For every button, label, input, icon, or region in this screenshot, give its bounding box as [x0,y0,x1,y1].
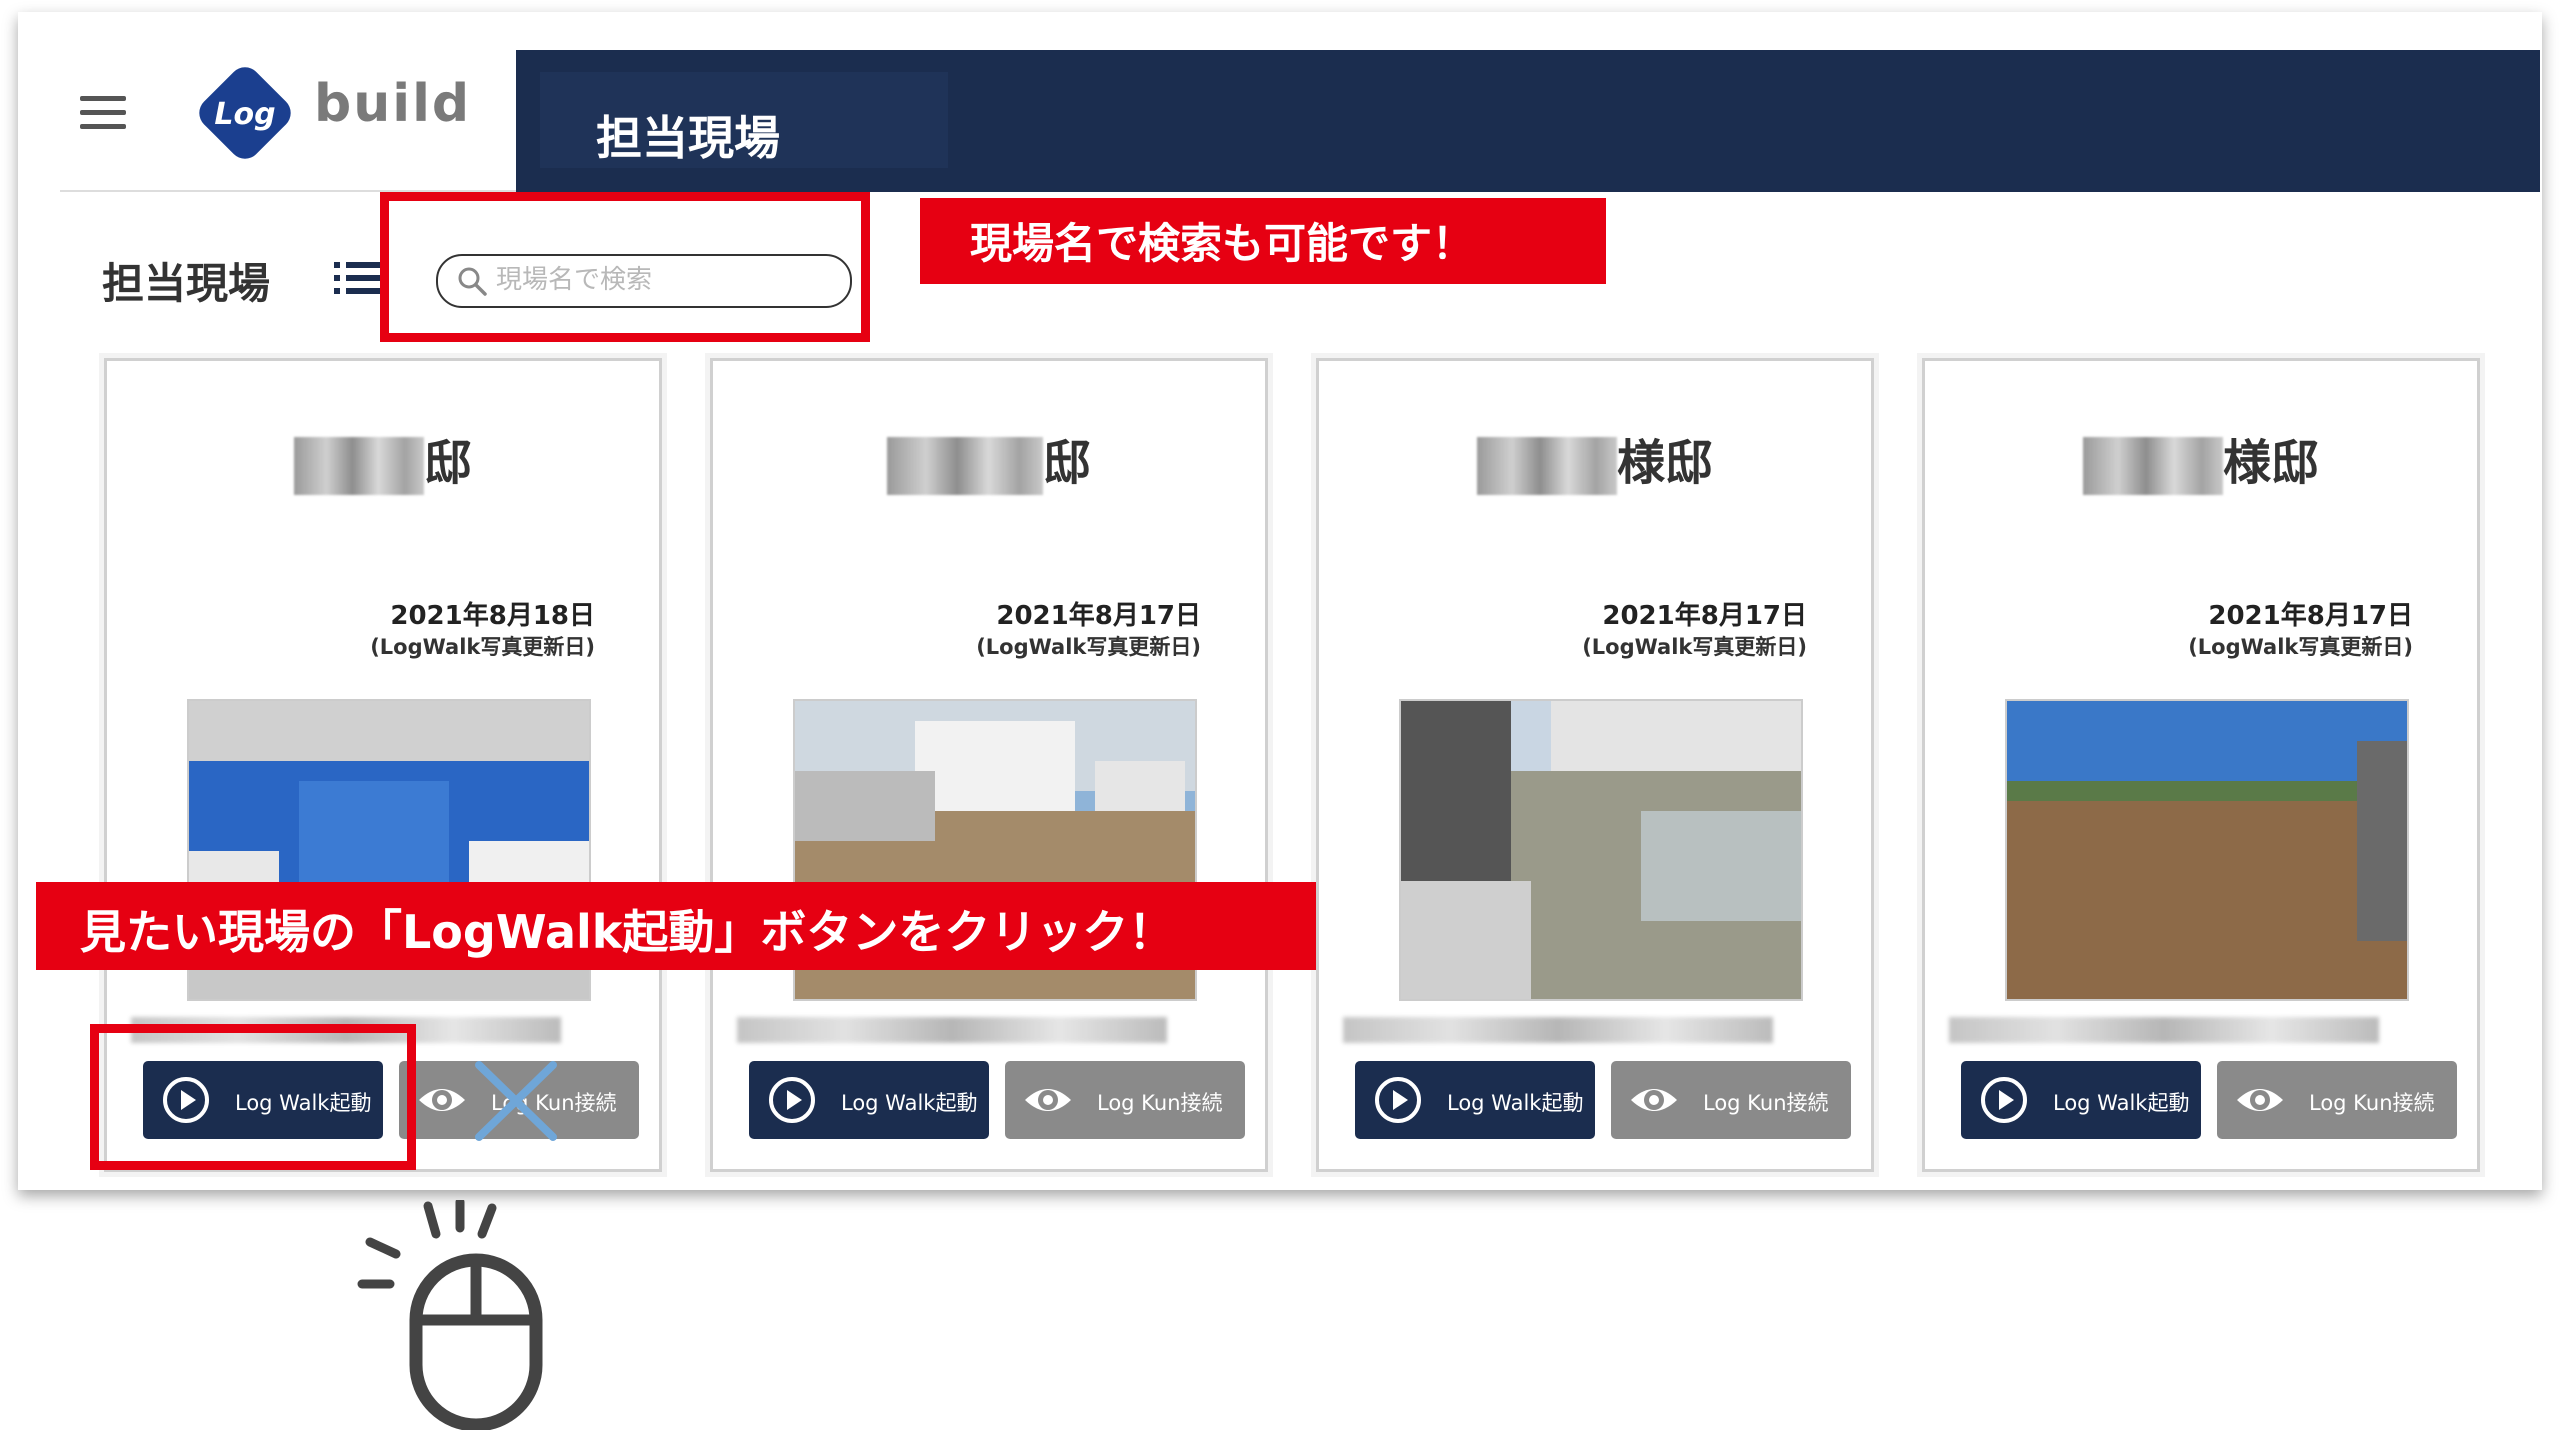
update-date: 2021年8月18日 [390,601,595,631]
update-date: 2021年8月17日 [1602,601,1807,631]
play-icon [1981,1077,2027,1123]
update-date-note: (LogWalk写真更新日) [370,635,595,659]
play-icon [1375,1077,1421,1123]
page-title: 担当現場 [102,259,271,308]
eye-icon [1025,1089,1071,1111]
name-redacted [2082,437,2223,495]
logo-mark-icon: Log [199,67,291,159]
header-title-box: 担当現場 [540,72,948,168]
name-redacted [886,437,1043,495]
update-date: 2021年8月17日 [2208,601,2413,631]
site-name: 邸 [107,423,659,495]
redacted-address [1343,1017,1773,1043]
list-view-icon[interactable] [334,260,382,296]
logkun-button-label: Log Kun接続 [2309,1091,2435,1115]
eye-icon [2237,1089,2283,1111]
search-highlight-frame [380,192,870,342]
logkun-button-label: Log Kun接続 [1703,1091,1829,1115]
logkun-connect-button[interactable]: Log Kun接続 [399,1061,639,1141]
site-photo-image [1401,701,1801,999]
site-card: 様邸 2021年8月17日 (LogWalk写真更新日) Log Walk起動 [1316,358,1874,1172]
app-window: Log build 担当現場 担当現場 現場名で検索も可能です！ 邸 2021年… [18,12,2542,1190]
site-name: 邸 [713,423,1265,495]
logwalk-launch-button[interactable]: Log Walk起動 [1355,1061,1595,1139]
name-redacted [293,437,424,495]
redacted-address [1949,1017,2379,1043]
logkun-button-label: Log Kun接続 [1097,1091,1223,1115]
logwalk-button-label: Log Walk起動 [2053,1091,2190,1115]
site-name-suffix: 邸 [1042,435,1091,491]
update-date: 2021年8月17日 [996,601,1201,631]
header-title: 担当現場 [596,111,780,165]
svg-text:Log: Log [214,97,275,132]
eye-icon [1631,1089,1677,1111]
logkun-connect-button[interactable]: Log Kun接続 [1005,1061,1245,1139]
update-date-note: (LogWalk写真更新日) [976,635,1201,659]
menu-icon[interactable] [80,96,126,130]
site-card: 様邸 2021年8月17日 (LogWalk写真更新日) Log Walk起動 [1922,358,2480,1172]
logwalk-highlight-frame [90,1024,416,1170]
search-callout: 現場名で検索も可能です！ [920,198,1606,284]
logkun-connect-button[interactable]: Log Kun接続 [1611,1061,1851,1139]
click-callout: 見たい現場の「LogWalk起動」ボタンをクリック！ [36,882,1316,970]
header-bar: 担当現場 [516,50,2540,192]
play-icon [769,1077,815,1123]
site-name-suffix: 様邸 [2222,435,2319,491]
logwalk-button-label: Log Walk起動 [841,1091,978,1115]
logwalk-launch-button[interactable]: Log Walk起動 [749,1061,989,1139]
site-card: 邸 2021年8月17日 (LogWalk写真更新日) Log Walk起動 L… [710,358,1268,1172]
logo-wordmark: build [314,74,472,134]
unavailable-cross-icon [475,1061,557,1141]
redacted-address [737,1017,1167,1043]
update-date-note: (LogWalk写真更新日) [2188,635,2413,659]
logwalk-launch-button[interactable]: Log Walk起動 [1961,1061,2201,1139]
site-name-suffix: 邸 [423,435,472,491]
site-photo[interactable] [2005,699,2409,1001]
name-redacted [1476,437,1617,495]
site-photo-image [2007,701,2407,999]
site-name: 様邸 [1319,423,1871,495]
logkun-connect-button[interactable]: Log Kun接続 [2217,1061,2457,1139]
logo: Log build [190,58,469,168]
site-photo[interactable] [1399,699,1803,1001]
update-date-note: (LogWalk写真更新日) [1582,635,1807,659]
site-name-suffix: 様邸 [1616,435,1713,491]
logwalk-button-label: Log Walk起動 [1447,1091,1584,1115]
eye-icon [419,1089,465,1111]
site-name: 様邸 [1925,423,2477,495]
mouse-click-icon [357,1200,543,1430]
